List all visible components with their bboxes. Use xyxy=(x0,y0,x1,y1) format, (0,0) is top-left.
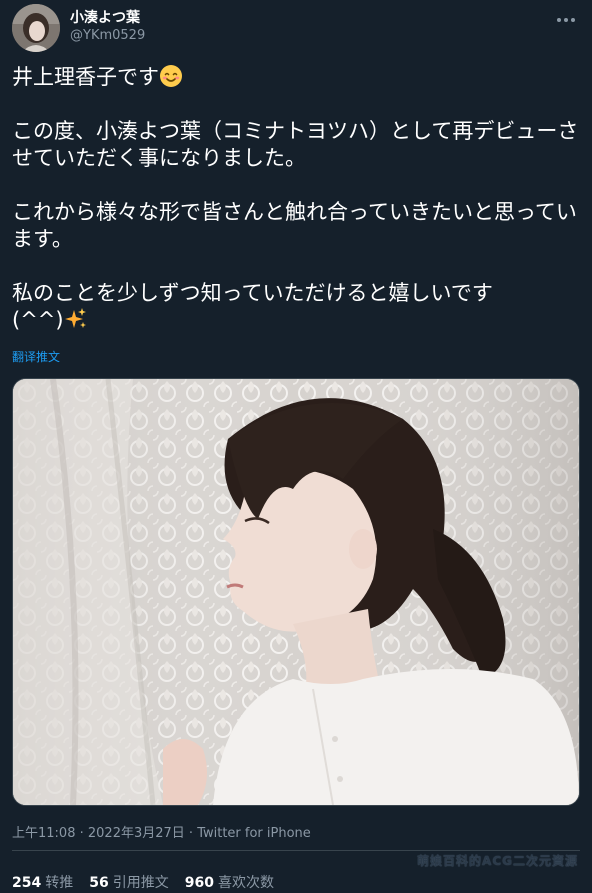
more-icon[interactable] xyxy=(554,8,578,32)
avatar[interactable] xyxy=(12,4,60,52)
watermark: 萌娘百科的ACG二次元資源 xyxy=(417,854,578,868)
tweet-paragraph: これから様々な形で皆さんと触れ合っていきたいと思っています。 xyxy=(12,200,577,251)
retweets-label: 转推 xyxy=(45,875,74,891)
meta-separator: · xyxy=(75,826,88,841)
tweet-stats: 254 转推 56 引用推文 960 喜欢次数 xyxy=(12,872,274,892)
likes-label: 喜欢次数 xyxy=(217,875,274,891)
likes-count: 960 xyxy=(184,875,214,891)
retweets-count: 254 xyxy=(12,875,42,891)
more-dot xyxy=(564,18,568,22)
tweet-paragraph-text: 井上理香子です xyxy=(12,65,159,89)
quotes-stat[interactable]: 56 引用推文 xyxy=(89,872,168,892)
tweet-paragraph: この度、小湊よつ葉（コミナトヨツハ）として再デビューさせていただく事になりました… xyxy=(12,119,579,170)
tweet-detail: 小湊よつ葉 @YKm0529 井上理香子です この度、小湊よつ葉（コミナトヨツハ… xyxy=(0,0,592,893)
tweet-photo[interactable] xyxy=(12,378,580,806)
tweet-source[interactable]: Twitter for iPhone xyxy=(197,826,311,841)
divider xyxy=(12,850,580,851)
quotes-label: 引用推文 xyxy=(112,875,169,891)
tweet-text: 井上理香子です この度、小湊よつ葉（コミナトヨツハ）として再デビューさせていただ… xyxy=(12,64,580,361)
tweet-paragraph: 井上理香子です xyxy=(12,64,580,91)
tweet-date[interactable]: 2022年3月27日 xyxy=(88,826,185,841)
tweet-meta: 上午11:08 · 2022年3月27日 · Twitter for iPhon… xyxy=(12,822,311,841)
display-name[interactable]: 小湊よつ葉 xyxy=(70,7,140,27)
tweet-header: 小湊よつ葉 @YKm0529 xyxy=(12,4,580,56)
retweets-stat[interactable]: 254 转推 xyxy=(12,872,73,892)
smiling-face-emoji-icon xyxy=(160,65,182,87)
more-dot xyxy=(557,18,561,22)
tweet-time[interactable]: 上午11:08 xyxy=(12,826,75,841)
avatar-image xyxy=(12,4,60,52)
user-handle[interactable]: @YKm0529 xyxy=(70,28,145,43)
photo-image xyxy=(13,379,579,805)
more-dot xyxy=(571,18,575,22)
meta-separator: · xyxy=(184,826,198,841)
translate-link[interactable]: 翻译推文 xyxy=(12,348,60,365)
sparkles-emoji-icon xyxy=(64,308,86,328)
quotes-count: 56 xyxy=(89,875,109,891)
likes-stat[interactable]: 960 喜欢次数 xyxy=(185,872,274,892)
tweet-paragraph: 私のことを少しずつ知っていただけると嬉しいです (^^) xyxy=(12,280,580,334)
